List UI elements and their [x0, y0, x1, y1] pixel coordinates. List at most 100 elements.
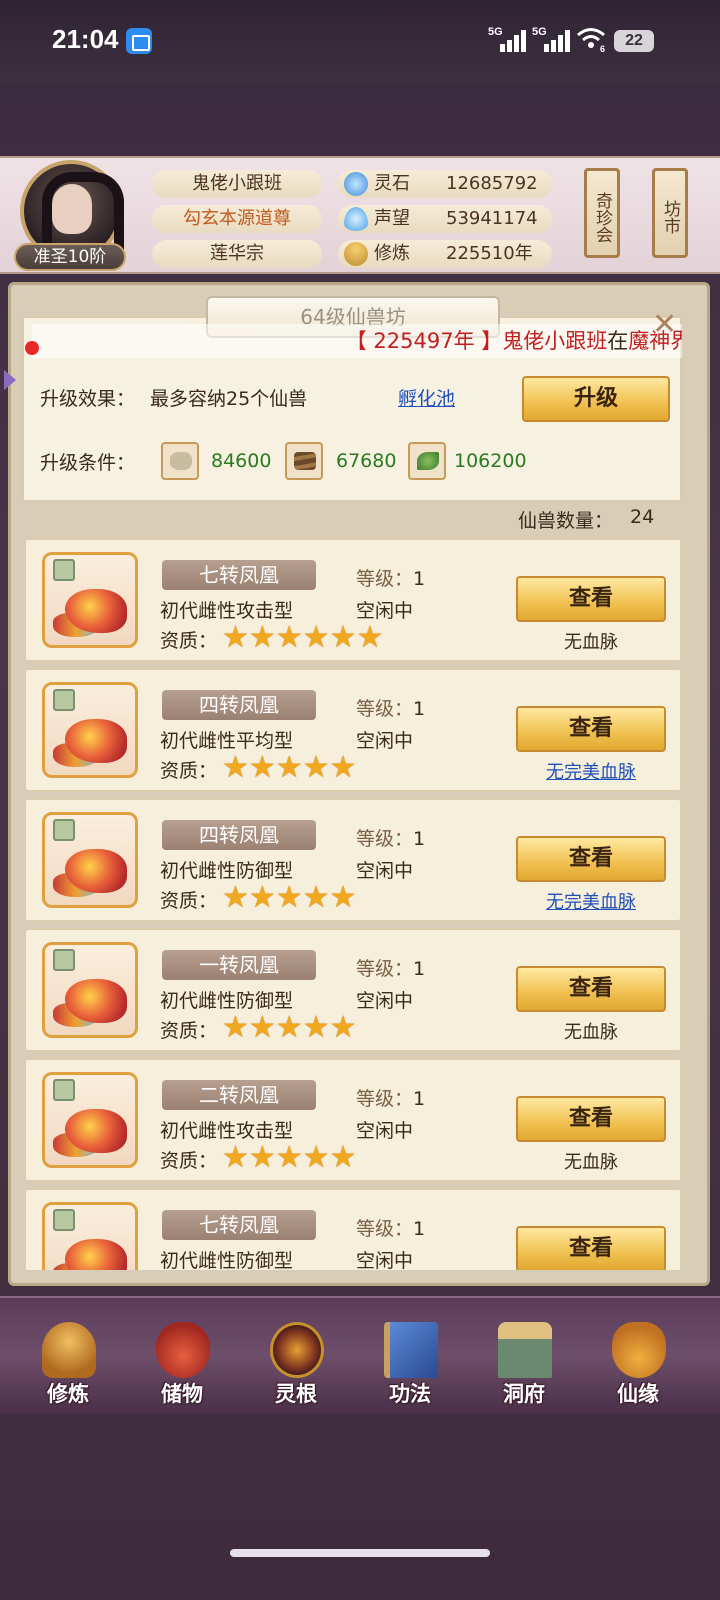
- cultivate-icon: [42, 1322, 96, 1378]
- star-rating: ★★★★★★: [222, 620, 384, 655]
- quality-label: 资质：: [160, 760, 218, 782]
- technique-book-icon: [384, 1322, 438, 1378]
- pet-name: 四转凤凰: [162, 820, 316, 850]
- stat-cultivation: 修炼 225510年: [338, 240, 552, 268]
- material-value: 67680: [336, 450, 397, 472]
- phoenix-icon: [42, 682, 138, 778]
- bloodline-link[interactable]: 无完美血脉: [516, 758, 666, 784]
- pet-row[interactable]: 四转凤凰 初代雌性平均型 资质： ★★★★★ 等级：1 空闲中 查看 无完美血脉: [24, 668, 682, 792]
- stat-reputation: 声望 53941174: [338, 205, 552, 233]
- stat-value: 225510年: [446, 243, 533, 264]
- fortune-gourd-icon: [612, 1322, 666, 1378]
- upgrade-effect-value: 最多容纳25个仙兽: [150, 388, 308, 410]
- pet-name: 七转凤凰: [162, 560, 316, 590]
- pet-name: 一转凤凰: [162, 950, 316, 980]
- nav-storage[interactable]: 储物: [132, 1320, 232, 1410]
- bloodline-link[interactable]: 无完美血脉: [516, 888, 666, 914]
- nav-fortune[interactable]: 仙缘: [588, 1320, 688, 1410]
- home-indicator[interactable]: [230, 1549, 490, 1557]
- phoenix-icon: [42, 1072, 138, 1168]
- nav-label: 洞府: [503, 1382, 545, 1406]
- pet-state: 空闲中: [356, 730, 414, 752]
- nav-cave[interactable]: 洞府: [474, 1320, 574, 1410]
- hatch-pool-link[interactable]: 孵化池: [398, 384, 455, 411]
- star-rating: ★★★★★: [222, 750, 357, 785]
- announcement-marquee: 【 225497年 】鬼佬小跟班在魔神界参: [32, 324, 682, 358]
- nav-label: 储物: [161, 1382, 203, 1406]
- battery-icon: 22: [614, 30, 654, 52]
- star-rating: ★★★★★: [222, 880, 357, 915]
- cave-mansion-icon: [498, 1322, 552, 1378]
- pet-state: 空闲中: [356, 990, 414, 1012]
- stat-spirit-stone: 灵石 12685792: [338, 170, 552, 198]
- upgrade-effect-label: 升级效果：: [40, 388, 136, 410]
- notification-dot: [25, 341, 39, 355]
- pet-row[interactable]: 一转凤凰 初代雌性防御型 资质： ★★★★★ 等级：1 空闲中 查看 无血脉: [24, 928, 682, 1052]
- signal-bars-icon-2: [544, 30, 572, 52]
- spirit-stone-icon: [344, 172, 368, 196]
- level-label: 等级：1: [356, 828, 426, 850]
- clock: 21:04: [52, 24, 119, 54]
- pet-name: 四转凤凰: [162, 690, 316, 720]
- pet-row[interactable]: 四转凤凰 初代雌性防御型 资质： ★★★★★ 等级：1 空闲中 查看 无完美血脉: [24, 798, 682, 922]
- treasure-fair-button[interactable]: 奇珍会: [584, 168, 620, 258]
- herb-material-icon: [408, 442, 446, 480]
- nav-spirit-root[interactable]: 灵根: [246, 1320, 346, 1410]
- player-sect: 莲华宗: [152, 240, 322, 268]
- level-label: 等级：1: [356, 958, 426, 980]
- quality-label: 资质：: [160, 630, 218, 652]
- level-label: 等级：1: [356, 698, 426, 720]
- level-label: 等级：1: [356, 568, 426, 590]
- stat-label: 灵石: [374, 173, 410, 194]
- market-button[interactable]: 坊市: [652, 168, 688, 258]
- view-button[interactable]: 查看: [516, 1096, 666, 1142]
- cultivation-icon: [344, 242, 368, 266]
- view-button[interactable]: 查看: [516, 836, 666, 882]
- pet-list[interactable]: 七转凤凰 初代雌性攻击型 资质： ★★★★★★ 等级：1 空闲中 查看 无血脉 …: [22, 534, 684, 1270]
- storage-bag-icon: [156, 1322, 210, 1378]
- nav-technique[interactable]: 功法: [360, 1320, 460, 1410]
- pet-type: 初代雌性防御型: [160, 1250, 294, 1270]
- rank-badge: 准圣10阶: [14, 243, 126, 271]
- view-button[interactable]: 查看: [516, 706, 666, 752]
- nav-cultivate[interactable]: 修炼: [18, 1320, 118, 1410]
- pet-name: 七转凤凰: [162, 1210, 316, 1240]
- nav-label: 灵根: [275, 1382, 317, 1406]
- view-button[interactable]: 查看: [516, 576, 666, 622]
- marquee-text: 在: [607, 329, 629, 353]
- phoenix-icon: [42, 552, 138, 648]
- nav-label: 仙缘: [617, 1382, 659, 1406]
- pet-type: 初代雌性防御型: [160, 990, 294, 1012]
- pet-row[interactable]: 七转凤凰 初代雌性攻击型 资质： ★★★★★★ 等级：1 空闲中 查看 无血脉: [24, 538, 682, 662]
- upgrade-condition-label: 升级条件：: [40, 452, 136, 474]
- view-button[interactable]: 查看: [516, 1226, 666, 1270]
- pet-type: 初代雌性防御型: [160, 860, 294, 882]
- upgrade-button[interactable]: 升级: [522, 376, 670, 422]
- pet-name: 二转凤凰: [162, 1080, 316, 1110]
- quality-label: 资质：: [160, 1020, 218, 1042]
- marquee-year: 【 225497年 】: [345, 329, 503, 353]
- nav-label: 修炼: [47, 1382, 89, 1406]
- quality-label: 资质：: [160, 1150, 218, 1172]
- side-expand-icon[interactable]: [4, 370, 16, 390]
- close-icon[interactable]: ✕: [652, 310, 677, 340]
- stat-label: 声望: [374, 208, 410, 229]
- star-rating: ★★★★★: [222, 1010, 357, 1045]
- pet-state: 空闲中: [356, 1250, 414, 1270]
- notification-icon: [126, 28, 152, 54]
- stat-value: 53941174: [446, 208, 538, 229]
- pet-state: 空闲中: [356, 600, 414, 622]
- pet-state: 空闲中: [356, 1120, 414, 1142]
- status-bar: 21:04 5G 5G 6 22: [0, 0, 720, 84]
- stat-value: 12685792: [446, 173, 538, 194]
- pet-type: 初代雌性攻击型: [160, 600, 294, 622]
- pet-row[interactable]: 七转凤凰 初代雌性防御型 等级：1 空闲中 查看: [24, 1188, 682, 1270]
- material-value: 106200: [454, 450, 527, 472]
- view-button[interactable]: 查看: [516, 966, 666, 1012]
- pet-count-label: 仙兽数量：: [518, 510, 614, 532]
- pet-row[interactable]: 二转凤凰 初代雌性攻击型 资质： ★★★★★ 等级：1 空闲中 查看 无血脉: [24, 1058, 682, 1182]
- level-label: 等级：1: [356, 1218, 426, 1240]
- phoenix-icon: [42, 942, 138, 1038]
- reputation-icon: [344, 207, 368, 231]
- pet-count: 24: [630, 506, 655, 528]
